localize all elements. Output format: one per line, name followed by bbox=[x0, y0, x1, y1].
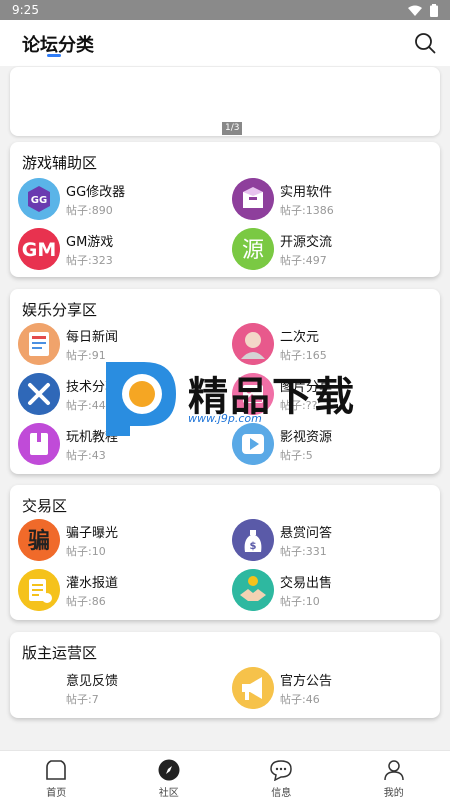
bounty-bag-icon: $ bbox=[232, 519, 274, 561]
nav-home[interactable]: 首页 bbox=[0, 751, 113, 800]
forum-item-name: 每日新闻 bbox=[66, 330, 119, 345]
open-source-icon: 源 bbox=[232, 228, 274, 270]
svg-text:GM: GM bbox=[22, 239, 57, 261]
forum-item-name: GG修改器 bbox=[66, 185, 126, 200]
forum-item-chat-report[interactable]: 灌水报道 帖子:86 bbox=[18, 569, 218, 613]
gm-game-icon: GM bbox=[18, 228, 60, 270]
scam-icon: 骗 bbox=[18, 519, 60, 561]
forum-item-announcement[interactable]: 官方公告 帖子:46 bbox=[232, 667, 432, 711]
user-icon bbox=[384, 760, 404, 781]
forum-item-name: 悬赏问答 bbox=[280, 526, 333, 541]
report-doc-icon bbox=[18, 569, 60, 611]
forum-item-scam-exposure[interactable]: 骗 骗子曝光 帖子:10 bbox=[18, 519, 218, 563]
svg-text:骗: 骗 bbox=[28, 528, 50, 554]
nav-label: 我的 bbox=[383, 788, 404, 799]
forum-item-bounty-qa[interactable]: $ 悬赏问答 帖子:331 bbox=[232, 519, 432, 563]
section-game-assist: 游戏辅助区 GG GG修改器 帖子:890 实用软件 帖子:1386 GM GM… bbox=[10, 142, 440, 277]
compass-icon bbox=[158, 759, 180, 781]
gg-modifier-icon: GG bbox=[18, 178, 60, 220]
forum-item-gm-game[interactable]: GM GM游戏 帖子:323 bbox=[18, 228, 218, 272]
banner-page-indicator: 1/3 bbox=[222, 122, 243, 135]
forum-item-count: 帖子:10 bbox=[280, 595, 320, 608]
megaphone-icon bbox=[232, 667, 274, 709]
status-time: 9:25 bbox=[12, 3, 39, 17]
forum-item-software[interactable]: 实用软件 帖子:1386 bbox=[232, 178, 432, 222]
banner-carousel[interactable]: 1/3 bbox=[10, 67, 440, 136]
svg-text:$: $ bbox=[250, 541, 257, 552]
section-title: 娱乐分享区 bbox=[22, 301, 98, 319]
forum-item-count: 帖子:7 bbox=[66, 693, 99, 706]
software-box-icon bbox=[232, 178, 274, 220]
watermark-url: www.j9p.com bbox=[188, 412, 262, 425]
forum-item-name: 开源交流 bbox=[280, 235, 333, 250]
nav-label: 信息 bbox=[271, 788, 292, 799]
svg-text:GG: GG bbox=[31, 195, 47, 206]
handshake-icon bbox=[232, 569, 274, 611]
section-title: 游戏辅助区 bbox=[22, 154, 98, 172]
forum-item-name: 灌水报道 bbox=[66, 576, 119, 591]
search-icon[interactable] bbox=[414, 32, 436, 54]
section-trade: 交易区 骗 骗子曝光 帖子:10 $ 悬赏问答 帖子:331 灌水报道 帖子:8… bbox=[10, 485, 440, 620]
news-icon bbox=[18, 323, 60, 365]
nav-community[interactable]: 社区 bbox=[113, 751, 226, 800]
forum-item-name: GM游戏 bbox=[66, 235, 114, 250]
message-icon bbox=[270, 760, 293, 781]
svg-text:源: 源 bbox=[242, 238, 264, 263]
title-indicator bbox=[47, 54, 61, 57]
battery-icon bbox=[430, 3, 438, 17]
forum-item-trade-sale[interactable]: 交易出售 帖子:10 bbox=[232, 569, 432, 613]
nav-label: 首页 bbox=[46, 788, 67, 799]
forum-item-count: 帖子:5 bbox=[280, 449, 313, 462]
forum-item-name: 官方公告 bbox=[280, 674, 333, 689]
forum-item-count: 帖子:497 bbox=[280, 254, 327, 267]
forum-item-name: 骗子曝光 bbox=[66, 526, 119, 541]
status-bar: 9:25 bbox=[0, 0, 450, 20]
forum-item-count: 帖子:10 bbox=[66, 545, 106, 558]
nav-profile[interactable]: 我的 bbox=[338, 751, 450, 800]
forum-item-name: 实用软件 bbox=[280, 185, 333, 200]
tutorial-book-icon bbox=[18, 423, 60, 465]
forum-item-count: 帖子:46 bbox=[280, 693, 320, 706]
section-title: 交易区 bbox=[22, 497, 68, 515]
forum-item-count: 帖子:86 bbox=[66, 595, 106, 608]
nav-label: 社区 bbox=[158, 788, 179, 799]
forum-item-gg-modifier[interactable]: GG GG修改器 帖子:890 bbox=[18, 178, 218, 222]
feedback-icon bbox=[18, 667, 60, 709]
forum-item-open-source[interactable]: 源 开源交流 帖子:497 bbox=[232, 228, 432, 272]
bottom-nav: 首页 社区 信息 我的 bbox=[0, 750, 450, 800]
forum-item-count: 帖子:890 bbox=[66, 204, 113, 217]
forum-item-feedback[interactable]: 意见反馈 帖子:7 bbox=[18, 667, 218, 711]
home-icon bbox=[46, 760, 67, 780]
forum-item-count: 帖子:331 bbox=[280, 545, 327, 558]
nav-messages[interactable]: 信息 bbox=[225, 751, 338, 800]
tools-icon bbox=[18, 373, 60, 415]
section-moderator-ops: 版主运营区 意见反馈 帖子:7 官方公告 帖子:46 bbox=[10, 632, 440, 718]
wifi-icon bbox=[408, 5, 422, 16]
app-bar: 论坛分类 bbox=[0, 20, 450, 66]
forum-item-count: 帖子:323 bbox=[66, 254, 113, 267]
forum-item-name: 二次元 bbox=[280, 330, 320, 345]
forum-item-count: 帖子:1386 bbox=[280, 204, 334, 217]
forum-item-count: 帖子:43 bbox=[66, 449, 106, 462]
forum-item-name: 交易出售 bbox=[280, 576, 333, 591]
watermark-logo: 精品下载 www.j9p.com bbox=[100, 358, 360, 438]
section-title: 版主运营区 bbox=[22, 644, 98, 662]
forum-item-name: 意见反馈 bbox=[66, 674, 119, 689]
watermark-p-icon bbox=[106, 362, 176, 436]
